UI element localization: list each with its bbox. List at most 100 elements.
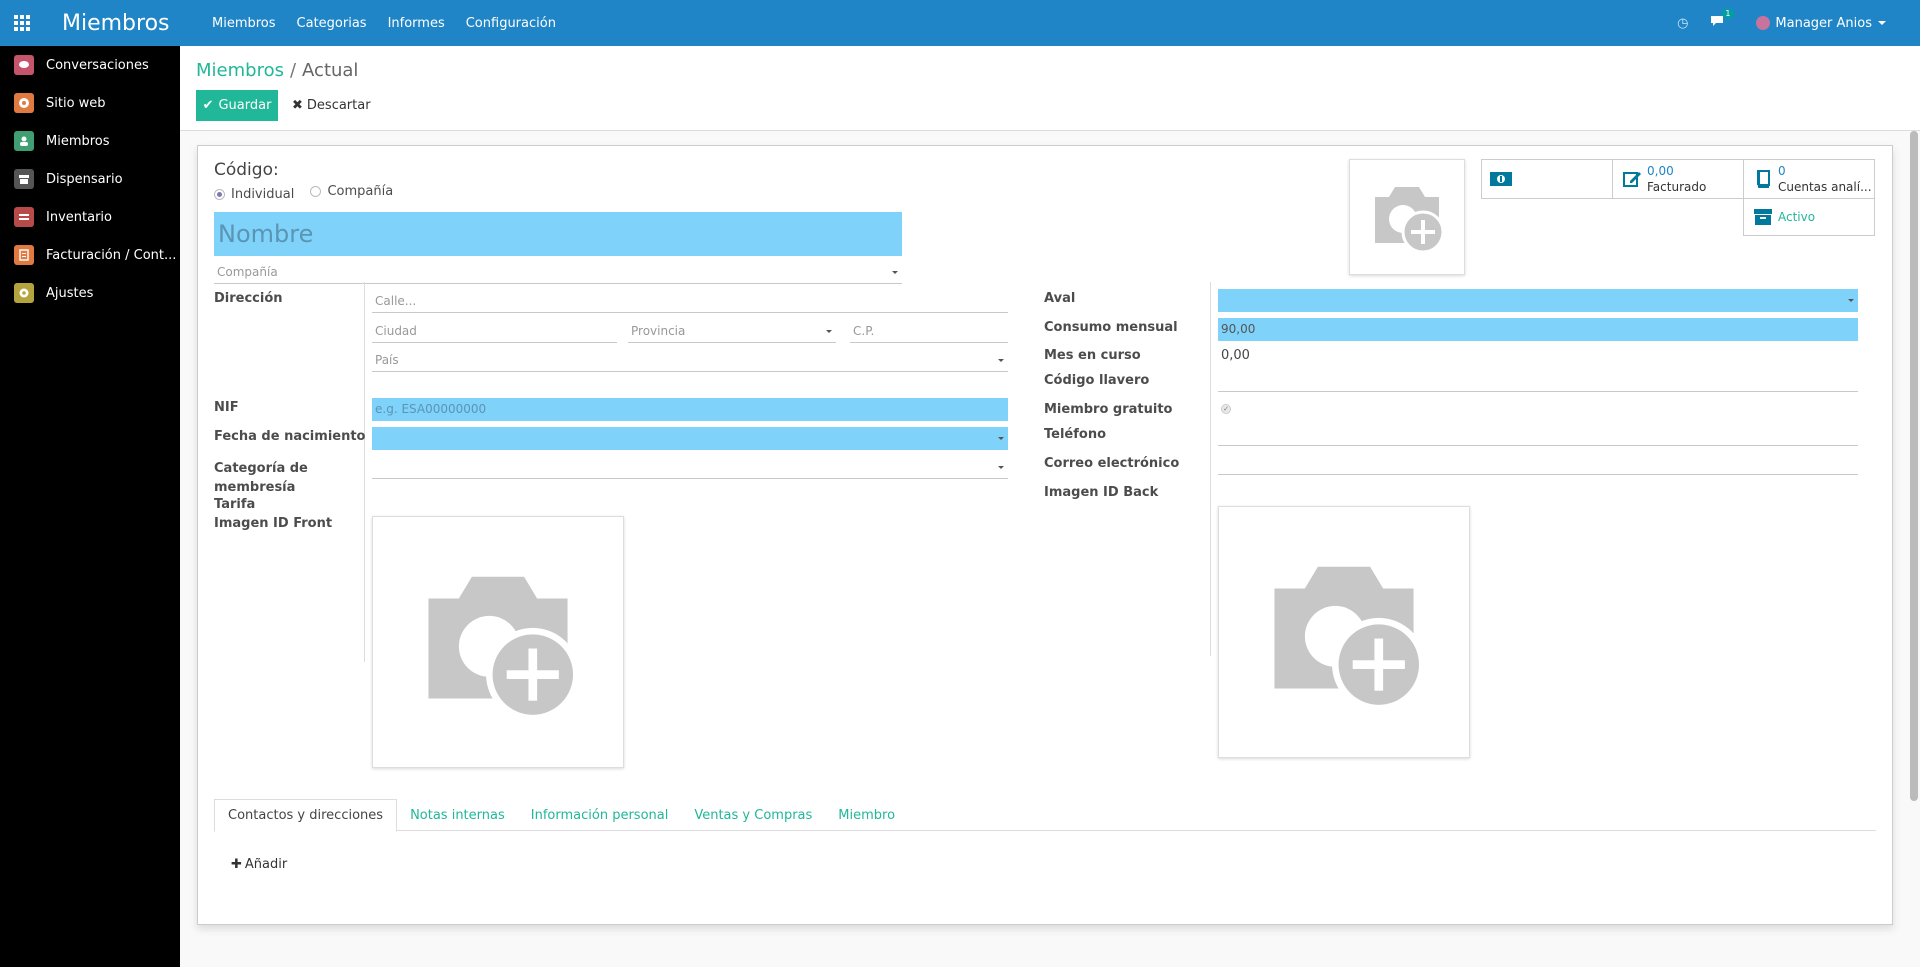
money-icon (1486, 171, 1516, 187)
money-stat-button[interactable] (1481, 159, 1613, 199)
sidebar-item-inventario[interactable]: Inventario (0, 198, 180, 236)
boxes-icon (14, 207, 34, 227)
book-icon (1748, 169, 1778, 189)
archive-icon (1748, 207, 1778, 227)
radio-individual[interactable]: Individual (214, 187, 294, 202)
invoiced-stat-button[interactable]: 0,00 Facturado (1612, 159, 1744, 199)
chevron-down-icon (998, 359, 1004, 362)
menu-categorias[interactable]: Categorias (297, 16, 367, 31)
city-input[interactable]: Ciudad (372, 320, 617, 343)
tab-contacts[interactable]: Contactos y direcciones (214, 799, 398, 832)
partner-photo[interactable] (1349, 159, 1465, 275)
current-month-value: 0,00 (1221, 348, 1250, 363)
chat-icon[interactable]: 1 (1710, 9, 1734, 31)
person-icon (14, 131, 34, 151)
tab-member[interactable]: Miembro (825, 799, 908, 831)
membership-category-select[interactable] (372, 456, 1008, 479)
camera-add-icon (428, 576, 580, 722)
membership-category-label: Categoría de membresía (214, 461, 308, 495)
phone-label: Teléfono (1044, 427, 1107, 442)
breadcrumb-current: Actual (302, 60, 359, 81)
plus-icon: ✚ (231, 857, 242, 872)
chat-count-badge: 1 (1722, 9, 1734, 18)
radio-company[interactable]: Compañía (310, 184, 393, 199)
app-title: Miembros (62, 10, 170, 36)
key-code-label: Código llavero (1044, 373, 1150, 388)
state-select[interactable]: Provincia (628, 320, 836, 343)
email-input[interactable] (1218, 452, 1858, 475)
birthdate-select[interactable] (372, 427, 1008, 450)
nif-input[interactable]: e.g. ESA00000000 (372, 398, 1008, 421)
check-icon: ✔ (202, 98, 214, 113)
add-contact-button[interactable]: ✚ Añadir (231, 857, 287, 872)
breadcrumb-separator: / (289, 60, 297, 81)
activity-clock-icon[interactable]: ◷ (1677, 16, 1688, 31)
active-toggle-button[interactable]: Activo (1743, 198, 1875, 236)
globe-icon (14, 93, 34, 113)
sidebar-item-ajustes[interactable]: Ajustes (0, 274, 180, 312)
camera-add-icon (1375, 187, 1445, 254)
menu-informes[interactable]: Informes (388, 16, 445, 31)
aval-select[interactable] (1218, 289, 1858, 312)
tarifa-label: Tarifa (214, 497, 256, 512)
email-label: Correo electrónico (1044, 456, 1180, 471)
apps-menu-icon[interactable] (0, 0, 44, 46)
menu-miembros[interactable]: Miembros (212, 16, 276, 31)
sidebar-item-dispensario[interactable]: Dispensario (0, 160, 180, 198)
chevron-down-icon (998, 437, 1004, 440)
discard-button[interactable]: ✖ Descartar (284, 90, 379, 121)
chevron-down-icon (892, 271, 898, 274)
monthly-consumption-label: Consumo mensual (1044, 320, 1178, 335)
tab-internal-notes[interactable]: Notas internas (397, 799, 518, 831)
save-button[interactable]: ✔ Guardar (196, 90, 278, 121)
chevron-down-icon (998, 466, 1004, 469)
current-month-label: Mes en curso (1044, 348, 1141, 363)
code-label: Código: (214, 160, 279, 180)
user-name: Manager Anios (1775, 15, 1872, 31)
street-input[interactable]: Calle... (372, 290, 1008, 313)
name-input[interactable]: Nombre (214, 212, 902, 256)
tab-personal-info[interactable]: Información personal (518, 799, 682, 831)
free-member-label: Miembro gratuito (1044, 402, 1173, 417)
partner-type-radio: Individual Compañía (214, 184, 405, 202)
control-panel: Miembros / Actual ✔ Guardar ✖ Descartar (180, 46, 1920, 131)
id-front-label: Imagen ID Front (214, 516, 333, 531)
birthdate-label: Fecha de nacimiento (214, 429, 366, 444)
divider (364, 282, 365, 662)
gear-icon (14, 283, 34, 303)
phone-input[interactable] (1218, 423, 1858, 446)
tab-sales-purchases[interactable]: Ventas y Compras (681, 799, 825, 831)
chevron-down-icon (1848, 299, 1854, 302)
key-code-input[interactable] (1218, 369, 1858, 392)
chevron-down-icon (826, 330, 832, 333)
close-icon: ✖ (292, 98, 303, 113)
free-member-checkbox[interactable]: ✓ (1221, 404, 1231, 414)
pencil-square-icon (1617, 169, 1647, 189)
id-front-image[interactable] (372, 516, 624, 768)
aval-label: Aval (1044, 291, 1076, 306)
country-select[interactable]: País (372, 349, 1008, 372)
top-navbar: Miembros Miembros Categorias Informes Co… (0, 0, 1920, 46)
sidebar-item-conversaciones[interactable]: Conversaciones (0, 46, 180, 84)
page-scrollbar[interactable] (1910, 131, 1918, 801)
zip-input[interactable]: C.P. (850, 320, 1008, 343)
menu-configuracion[interactable]: Configuración (466, 16, 556, 31)
company-select[interactable]: Compañía (214, 261, 902, 284)
top-menu: Miembros Categorias Informes Configuraci… (212, 16, 577, 31)
form-sheet: Código: Individual Compañía Nombre Compa… (197, 145, 1893, 925)
sidebar-item-sitio-web[interactable]: Sitio web (0, 84, 180, 122)
notebook-tabs: Contactos y direcciones Notas internas I… (214, 799, 1876, 832)
breadcrumb-parent[interactable]: Miembros (196, 60, 284, 81)
id-back-image[interactable] (1218, 506, 1470, 758)
form-view: Código: Individual Compañía Nombre Compa… (180, 131, 1898, 967)
divider (1210, 282, 1211, 656)
nif-label: NIF (214, 400, 239, 415)
monthly-consumption-input[interactable]: 90,00 (1218, 318, 1858, 341)
avatar (1756, 16, 1771, 30)
sidebar: Conversaciones Sitio web Miembros Dispen… (0, 46, 180, 967)
sidebar-item-facturacion[interactable]: Facturación / Cont... (0, 236, 180, 274)
store-icon (14, 169, 34, 189)
sidebar-item-miembros[interactable]: Miembros (0, 122, 180, 160)
analytic-accounts-stat-button[interactable]: 0 Cuentas analí... (1743, 159, 1875, 199)
user-menu[interactable]: Manager Anios (1756, 16, 1886, 31)
